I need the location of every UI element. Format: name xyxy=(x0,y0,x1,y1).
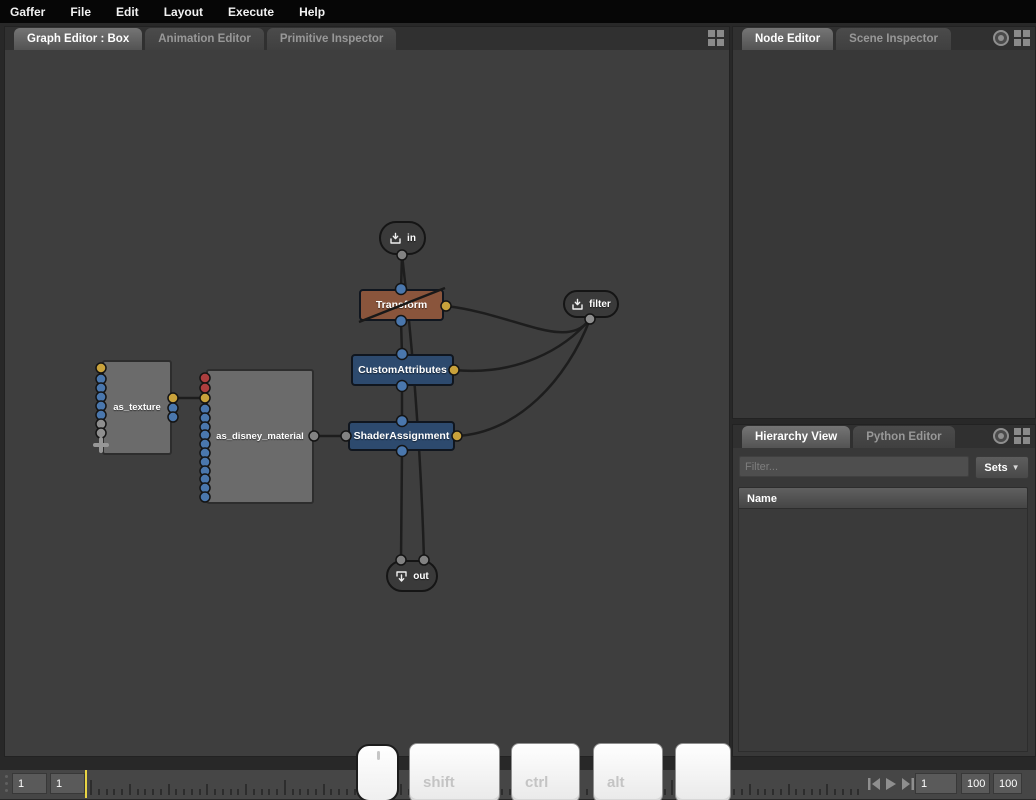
edge-transform-customattributes[interactable] xyxy=(401,321,402,354)
tab-graph-editor[interactable]: Graph Editor : Box xyxy=(14,28,142,50)
graph-editor-tabstrip: Graph Editor : Box Animation Editor Prim… xyxy=(5,27,729,50)
node-box-in[interactable]: in xyxy=(379,221,426,255)
transport-controls xyxy=(868,777,916,791)
menu-file[interactable]: File xyxy=(70,5,91,19)
layout-grid-icon[interactable] xyxy=(708,30,724,46)
node-shader-assignment[interactable]: ShaderAssignment xyxy=(348,421,455,451)
menu-layout[interactable]: Layout xyxy=(164,5,203,19)
node-label: out xyxy=(413,571,429,582)
arrow-into-box-icon xyxy=(571,298,584,311)
node-label: in xyxy=(407,233,416,244)
pin-target-icon[interactable] xyxy=(993,428,1009,444)
timeline-current-frame-field[interactable]: 1 xyxy=(50,773,85,794)
tab-python-editor[interactable]: Python Editor xyxy=(853,426,954,448)
skip-to-end-icon[interactable] xyxy=(902,778,914,790)
end-frame-field[interactable]: 100 xyxy=(961,773,990,794)
blank-key-overlay xyxy=(675,743,731,800)
column-header-name[interactable]: Name xyxy=(738,487,1028,509)
node-label: as_texture xyxy=(113,402,161,413)
play-icon[interactable] xyxy=(886,778,896,790)
layout-grid-icon[interactable] xyxy=(1014,428,1030,444)
playhead-marker[interactable] xyxy=(85,770,87,798)
menu-bar: Gaffer File Edit Layout Execute Help xyxy=(0,0,1036,23)
menu-execute[interactable]: Execute xyxy=(228,5,274,19)
mouse-wheel-icon xyxy=(377,751,380,760)
edge-shaderassignment-out[interactable] xyxy=(401,451,402,560)
edge-filter-customattributes[interactable] xyxy=(454,319,590,371)
node-label: CustomAttributes xyxy=(358,364,447,376)
edge-filter-shaderassignment[interactable] xyxy=(457,319,590,436)
chevron-down-icon: ▼ xyxy=(1012,463,1020,472)
alt-key-overlay: alt xyxy=(593,743,663,800)
tab-primitive-inspector[interactable]: Primitive Inspector xyxy=(267,28,397,50)
node-editor-panel: Node Editor Scene Inspector xyxy=(732,26,1036,419)
node-label: filter xyxy=(589,299,611,310)
tab-node-editor[interactable]: Node Editor xyxy=(742,28,833,50)
key-label: alt xyxy=(607,774,625,791)
shift-key-overlay: shift xyxy=(409,743,500,800)
timeline-start-frame-field[interactable]: 1 xyxy=(12,773,47,794)
menu-gaffer[interactable]: Gaffer xyxy=(10,5,45,19)
sets-dropdown-button[interactable]: Sets ▼ xyxy=(975,456,1029,479)
hierarchy-filter-row: Sets ▼ xyxy=(739,456,1029,479)
menu-edit[interactable]: Edit xyxy=(116,5,139,19)
hierarchy-view-panel: Hierarchy View Python Editor Sets ▼ Name xyxy=(732,424,1036,757)
mouse-overlay-icon xyxy=(356,744,399,800)
range-end-field[interactable]: 100 xyxy=(993,773,1022,794)
node-as-texture[interactable]: as_texture xyxy=(102,360,172,455)
node-graph-canvas[interactable]: in Transform filter CustomAttributes Sha… xyxy=(5,50,729,756)
layout-grid-icon[interactable] xyxy=(1014,30,1030,46)
frame-number-field[interactable]: 1 xyxy=(915,773,957,794)
sets-label: Sets xyxy=(984,462,1007,474)
node-editor-tabstrip: Node Editor Scene Inspector xyxy=(733,27,1035,50)
node-label: Transform xyxy=(376,299,427,311)
node-transform[interactable]: Transform xyxy=(359,289,444,321)
tab-hierarchy-view[interactable]: Hierarchy View xyxy=(742,426,850,448)
arrow-into-box-icon xyxy=(389,232,402,245)
tab-animation-editor[interactable]: Animation Editor xyxy=(145,28,264,50)
node-box-out[interactable]: out xyxy=(386,560,438,592)
node-as-disney-material[interactable]: as_disney_material xyxy=(206,369,314,504)
timeline-grip-handle[interactable] xyxy=(5,775,8,792)
tab-scene-inspector[interactable]: Scene Inspector xyxy=(836,28,951,50)
graph-editor-panel: Graph Editor : Box Animation Editor Prim… xyxy=(4,26,730,757)
node-editor-content xyxy=(733,50,1035,418)
node-filter[interactable]: filter xyxy=(563,290,619,318)
menu-help[interactable]: Help xyxy=(299,5,325,19)
hierarchy-list[interactable] xyxy=(738,509,1028,752)
key-label: ctrl xyxy=(525,774,548,791)
key-label: shift xyxy=(423,774,455,791)
node-custom-attributes[interactable]: CustomAttributes xyxy=(351,354,454,386)
gaffer-window: Gaffer File Edit Layout Execute Help Gra… xyxy=(0,0,1036,800)
node-label: ShaderAssignment xyxy=(354,430,450,442)
arrow-out-of-box-icon xyxy=(395,570,408,583)
hierarchy-tabstrip: Hierarchy View Python Editor xyxy=(733,425,1035,448)
skip-to-start-icon[interactable] xyxy=(868,778,880,790)
pin-target-icon[interactable] xyxy=(993,30,1009,46)
filter-input[interactable] xyxy=(739,456,969,477)
ctrl-key-overlay: ctrl xyxy=(511,743,580,800)
node-label: as_disney_material xyxy=(216,431,304,442)
